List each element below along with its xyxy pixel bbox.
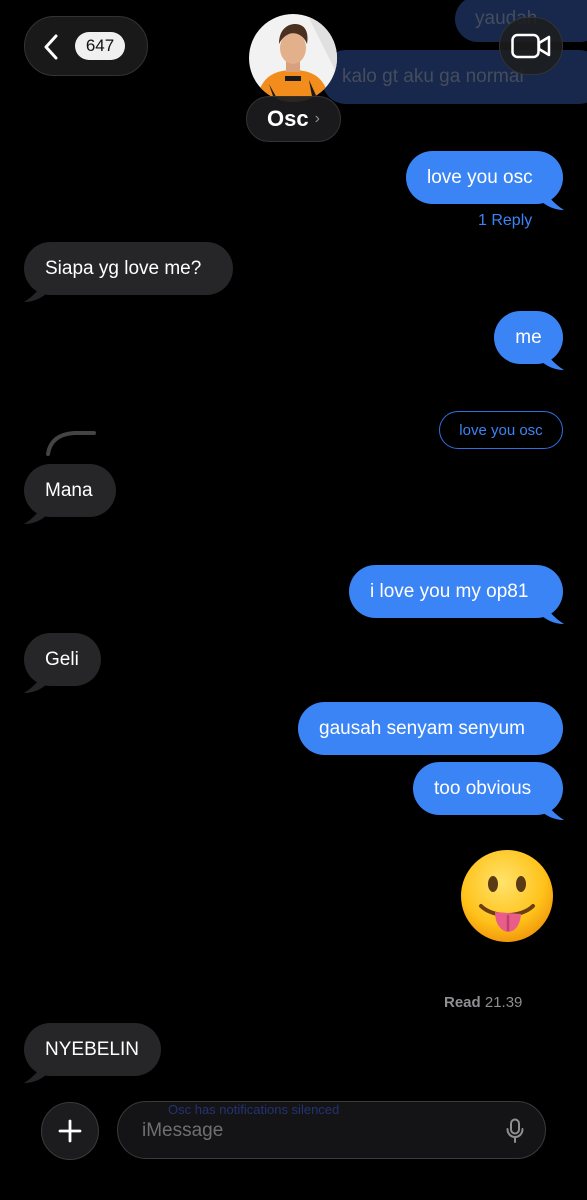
reply-thread-line [46, 431, 96, 456]
message-text: too obvious [434, 777, 532, 799]
contact-name-button[interactable]: Osc › [246, 96, 341, 142]
message-text: NYEBELIN [45, 1038, 139, 1060]
bubble-tail [24, 1059, 48, 1083]
read-label: Read [444, 994, 481, 1011]
quoted-reply-text: love you osc [459, 421, 543, 439]
read-time: 21.39 [484, 994, 523, 1011]
chat-screen: yaudah kalo gt aku ga normal 647 Osc › l… [0, 0, 587, 1200]
faded-message-text: kalo gt aku ga normal [342, 66, 524, 87]
back-button[interactable]: 647 [24, 16, 148, 76]
bubble-tail [24, 278, 48, 302]
bubble-tail [540, 346, 564, 370]
plus-icon [58, 1119, 82, 1143]
message-input[interactable] [140, 1116, 504, 1146]
message-text: love you osc [427, 166, 533, 188]
microphone-icon[interactable] [506, 1118, 524, 1144]
tongue-out-emoji-icon [461, 850, 553, 942]
quoted-reply-bubble[interactable]: love you osc [439, 411, 563, 449]
avatar-photo [249, 14, 337, 102]
contact-avatar[interactable] [249, 14, 337, 102]
bubble-tail [540, 600, 564, 624]
bubble-tail [540, 186, 564, 210]
message-text: i love you my op81 [370, 580, 529, 602]
video-camera-icon [511, 33, 551, 59]
chevron-right-icon: › [314, 110, 320, 127]
bubble-tail [540, 796, 564, 820]
bubble-tail [24, 500, 48, 524]
bubble-tail [24, 669, 48, 693]
message-text: Mana [45, 479, 93, 501]
incoming-message-bubble[interactable]: Siapa yg love me? [24, 242, 233, 295]
reply-count-link[interactable]: 1 Reply [478, 212, 532, 230]
facetime-video-button[interactable] [499, 17, 563, 75]
outgoing-message-bubble[interactable]: gausah senyam senyum [298, 702, 563, 755]
read-receipt: Read 21.39 [444, 994, 522, 1011]
add-attachment-button[interactable] [41, 1102, 99, 1160]
message-text: Siapa yg love me? [45, 257, 202, 279]
silenced-notice: Osc has notifications silenced [168, 1102, 340, 1117]
message-text: Geli [45, 648, 79, 670]
emoji-message[interactable] [457, 848, 557, 948]
contact-name: Osc [267, 106, 309, 131]
chevron-left-icon [44, 34, 58, 60]
unread-count-badge: 647 [75, 32, 125, 60]
message-text: me [515, 326, 542, 348]
outgoing-message-bubble[interactable]: i love you my op81 [349, 565, 563, 618]
message-text: gausah senyam senyum [319, 717, 525, 739]
